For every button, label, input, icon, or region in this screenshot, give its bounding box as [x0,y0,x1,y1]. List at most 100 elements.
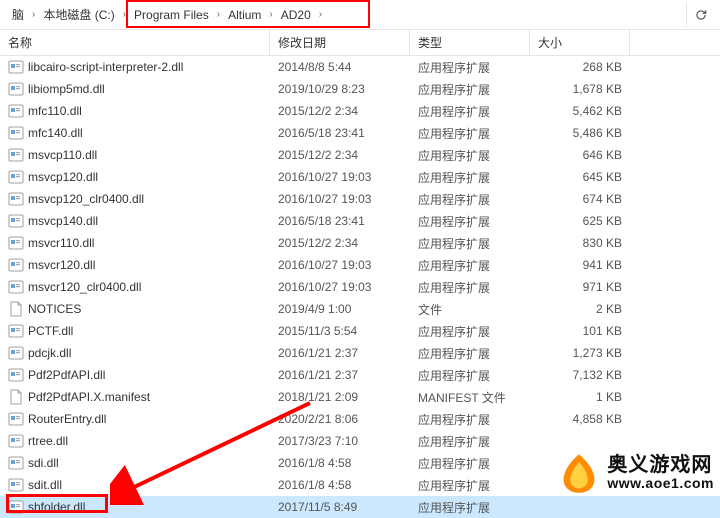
column-type[interactable]: 类型 [410,30,530,55]
file-size: 971 KB [530,280,630,294]
file-name: libiomp5md.dll [28,82,105,96]
file-row[interactable]: PCTF.dll2015/11/3 5:54应用程序扩展101 KB [0,320,720,342]
file-date: 2018/1/21 2:09 [270,390,410,404]
file-row[interactable]: rtree.dll2017/3/23 7:10应用程序扩展 [0,430,720,452]
file-type: 应用程序扩展 [410,147,530,164]
file-row[interactable]: mfc110.dll2015/12/2 2:34应用程序扩展5,462 KB [0,100,720,122]
file-name: pdcjk.dll [28,346,71,360]
file-icon [8,301,24,317]
file-date: 2015/12/2 2:34 [270,148,410,162]
file-type: 应用程序扩展 [410,191,530,208]
chevron-right-icon[interactable]: › [267,9,274,20]
file-size: 830 KB [530,236,630,250]
file-icon [8,103,24,119]
file-date: 2015/12/2 2:34 [270,236,410,250]
file-row[interactable]: msvcp110.dll2015/12/2 2:34应用程序扩展646 KB [0,144,720,166]
file-row[interactable]: msvcp120_clr0400.dll 2016/10/27 19:03应用程序… [0,188,720,210]
file-name: libcairo-script-interpreter-2.dll [28,60,183,74]
file-name: msvcp120.dll [28,170,98,184]
file-icon [8,257,24,273]
file-type: 应用程序扩展 [410,345,530,362]
file-type: MANIFEST 文件 [410,389,530,406]
file-type: 应用程序扩展 [410,125,530,142]
file-date: 2016/5/18 23:41 [270,126,410,140]
file-icon [8,455,24,471]
file-name: msvcr120_clr0400.dll [28,280,141,294]
file-row[interactable]: RouterEntry.dll2020/2/21 8:06应用程序扩展4,858… [0,408,720,430]
file-icon [8,59,24,75]
file-type: 应用程序扩展 [410,455,530,472]
file-row[interactable]: msvcr120.dll 2016/10/27 19:03应用程序扩展941 KB [0,254,720,276]
file-name: sdit.dll [28,478,62,492]
file-date: 2015/12/2 2:34 [270,104,410,118]
file-icon [8,433,24,449]
file-name: rtree.dll [28,434,68,448]
file-size: 5,462 KB [530,104,630,118]
file-icon [8,367,24,383]
chevron-right-icon[interactable]: › [121,9,128,20]
file-size: 4,858 KB [530,412,630,426]
file-icon [8,191,24,207]
file-date: 2016/1/8 4:58 [270,478,410,492]
file-row[interactable]: sdi.dll2016/1/8 4:58应用程序扩展 [0,452,720,474]
breadcrumb-item-3[interactable]: Altium [222,6,267,24]
file-row[interactable]: msvcp140.dll2016/5/18 23:41应用程序扩展625 KB [0,210,720,232]
file-row[interactable]: libiomp5md.dll2019/10/29 8:23应用程序扩展1,678… [0,78,720,100]
file-row[interactable]: msvcr120_clr0400.dll2016/10/27 19:03应用程序… [0,276,720,298]
file-date: 2015/11/3 5:54 [270,324,410,338]
file-date: 2017/3/23 7:10 [270,434,410,448]
file-name: msvcr120.dll [28,258,95,272]
file-date: 2020/2/21 8:06 [270,412,410,426]
refresh-button[interactable] [686,3,714,27]
breadcrumb-item-4[interactable]: AD20 [275,6,317,24]
file-name: shfolder.dll [28,500,85,514]
file-row[interactable]: libcairo-script-interpreter-2.dll2014/8/… [0,56,720,78]
file-row[interactable]: Pdf2PdfAPI.X.manifest2018/1/21 2:09MANIF… [0,386,720,408]
file-type: 应用程序扩展 [410,323,530,340]
breadcrumb-item-2[interactable]: Program Files [128,6,215,24]
breadcrumb-item-1[interactable]: 本地磁盘 (C:) [37,4,120,25]
file-type: 应用程序扩展 [410,59,530,76]
file-name: msvcp120_clr0400.dll [28,192,144,206]
file-icon [8,81,24,97]
file-date: 2019/10/29 8:23 [270,82,410,96]
file-size: 645 KB [530,170,630,184]
file-icon [8,147,24,163]
file-type: 应用程序扩展 [410,103,530,120]
column-name[interactable]: 名称 [0,30,270,55]
file-row[interactable]: NOTICES2019/4/9 1:00文件2 KB [0,298,720,320]
file-size: 625 KB [530,214,630,228]
file-size: 268 KB [530,60,630,74]
file-icon [8,389,24,405]
file-row[interactable]: msvcr110.dll2015/12/2 2:34应用程序扩展830 KB [0,232,720,254]
file-icon [8,477,24,493]
file-date: 2016/10/27 19:03 [270,258,410,272]
file-list[interactable]: libcairo-script-interpreter-2.dll2014/8/… [0,56,720,518]
file-date: 2016/10/27 19:03 [270,192,410,206]
breadcrumb[interactable]: 脑›本地磁盘 (C:)›Program Files›Altium›AD20› [0,0,720,30]
file-size: 646 KB [530,148,630,162]
column-size[interactable]: 大小 [530,30,630,55]
file-date: 2016/1/8 4:58 [270,456,410,470]
file-type: 应用程序扩展 [410,477,530,494]
file-type: 应用程序扩展 [410,213,530,230]
refresh-icon [694,8,708,22]
breadcrumb-item-0[interactable]: 脑 [6,4,30,25]
column-date[interactable]: 修改日期 [270,30,410,55]
file-size: 941 KB [530,258,630,272]
file-row[interactable]: msvcp120.dll2016/10/27 19:03应用程序扩展645 KB [0,166,720,188]
chevron-right-icon[interactable]: › [215,9,222,20]
file-row[interactable]: Pdf2PdfAPI.dll2016/1/21 2:37应用程序扩展7,132 … [0,364,720,386]
chevron-right-icon[interactable]: › [30,9,37,20]
file-icon [8,125,24,141]
file-row[interactable]: pdcjk.dll2016/1/21 2:37应用程序扩展1,273 KB [0,342,720,364]
file-type: 应用程序扩展 [410,257,530,274]
file-type: 应用程序扩展 [410,169,530,186]
file-icon [8,411,24,427]
chevron-right-icon[interactable]: › [317,9,324,20]
file-name: msvcr110.dll [28,236,94,250]
file-row[interactable]: mfc140.dll2016/5/18 23:41应用程序扩展5,486 KB [0,122,720,144]
file-name: RouterEntry.dll [28,412,106,426]
file-row[interactable]: sdit.dll 2016/1/8 4:58应用程序扩展 [0,474,720,496]
file-icon [8,345,24,361]
